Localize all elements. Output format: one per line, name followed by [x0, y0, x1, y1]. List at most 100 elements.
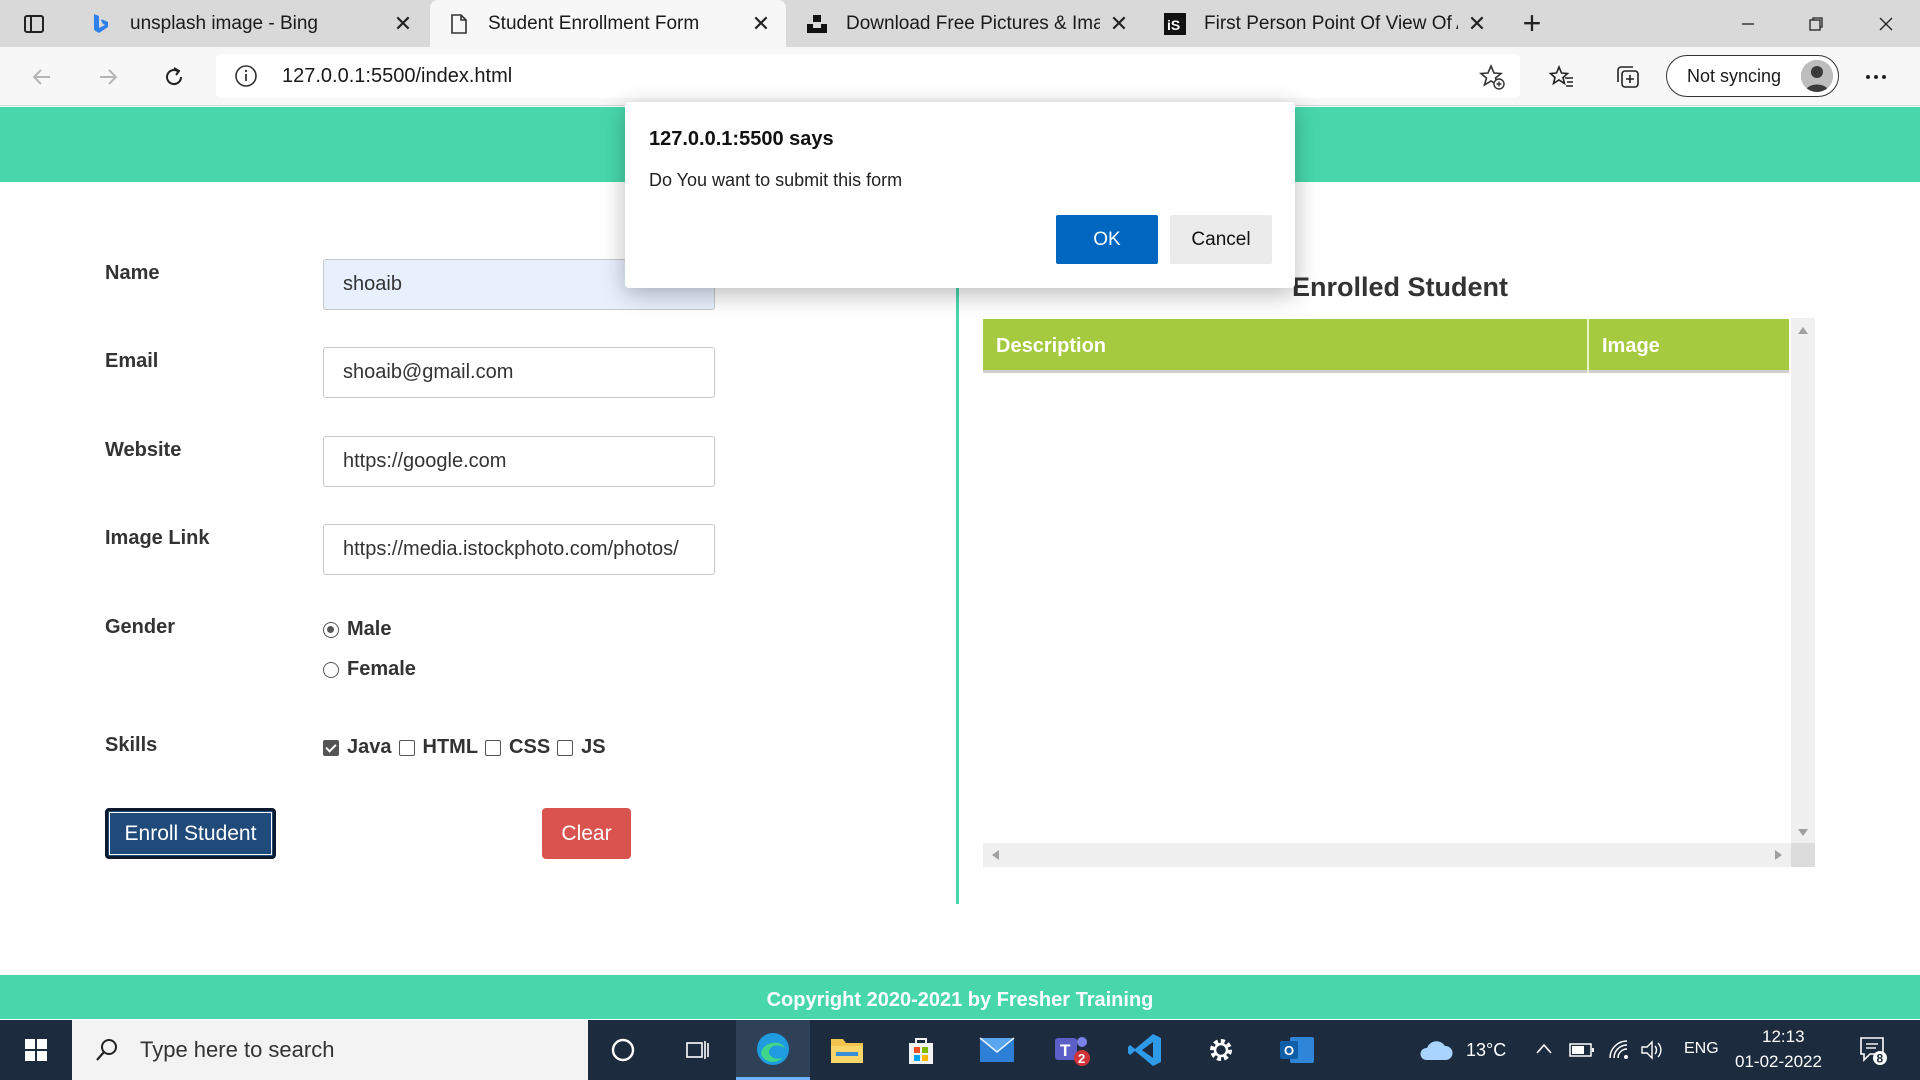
column-header-image: Image — [1602, 335, 1660, 357]
outlook-icon: O — [1280, 1037, 1314, 1063]
cortana-icon — [611, 1038, 635, 1062]
tab-title: Student Enrollment Form — [488, 12, 700, 34]
taskbar-teams[interactable]: T2 — [1034, 1020, 1108, 1080]
image-link-input[interactable]: https://media.istockphoto.com/photos/ — [323, 524, 715, 575]
page-icon — [448, 13, 470, 35]
taskbar-search-box[interactable]: Type here to search — [72, 1020, 588, 1080]
tab-bing[interactable]: unsplash image - Bing ✕ — [72, 0, 428, 47]
favorites-button[interactable] — [1544, 59, 1580, 95]
refresh-button[interactable] — [156, 59, 192, 95]
alert-dialog: 127.0.0.1:5500 says Do You want to submi… — [625, 102, 1295, 288]
website-input[interactable]: https://google.com — [323, 436, 715, 487]
collections-button[interactable] — [1610, 59, 1646, 95]
enroll-student-button[interactable]: Enroll Student — [105, 808, 276, 859]
enrolled-students-table: Description Image — [983, 318, 1815, 867]
taskbar-store[interactable] — [884, 1020, 958, 1080]
gender-option-male[interactable]: Male — [323, 618, 391, 641]
teams-icon: T2 — [1055, 1037, 1090, 1066]
settings-more-button[interactable] — [1858, 59, 1894, 95]
close-icon[interactable]: ✕ — [1108, 11, 1130, 36]
java-checkbox[interactable] — [323, 739, 339, 756]
css-checkbox[interactable] — [485, 739, 502, 756]
close-icon[interactable]: ✕ — [392, 11, 414, 36]
minimize-button[interactable] — [1714, 0, 1782, 47]
scroll-right-icon[interactable] — [1775, 850, 1783, 860]
taskbar-vscode[interactable] — [1108, 1020, 1182, 1080]
address-bar[interactable]: 127.0.0.1:5500/index.html — [216, 54, 1520, 98]
input-language[interactable]: ENG — [1684, 1040, 1719, 1058]
weather-cloud-icon[interactable] — [1418, 1038, 1454, 1062]
mail-icon — [979, 1037, 1015, 1062]
skills-label: Skills — [105, 734, 158, 756]
battery-icon[interactable] — [1569, 1042, 1595, 1058]
chevron-up-icon[interactable] — [1535, 1042, 1553, 1056]
horizontal-scrollbar[interactable] — [983, 843, 1791, 867]
browser-toolbar: 127.0.0.1:5500/index.html Not syncing — [0, 47, 1920, 106]
website-label: Website — [105, 439, 182, 461]
clock-time[interactable]: 12:13 — [1762, 1027, 1805, 1047]
male-radio[interactable] — [323, 621, 339, 638]
taskbar-file-explorer[interactable] — [810, 1020, 884, 1080]
gender-option-female[interactable]: Female — [323, 658, 416, 681]
scroll-up-icon[interactable] — [1798, 326, 1808, 334]
html-checkbox[interactable] — [398, 739, 415, 756]
back-arrow-icon — [32, 69, 50, 85]
taskbar-outlook[interactable]: O — [1260, 1020, 1334, 1080]
istock-icon: iS — [1164, 12, 1186, 35]
volume-icon[interactable] — [1640, 1040, 1664, 1060]
teams-badge-count: 2 — [1078, 1051, 1085, 1066]
ok-button[interactable]: OK — [1056, 215, 1158, 264]
taskbar: Type here to search T2 O 13°C ENG 12:13 … — [0, 1020, 1920, 1080]
close-window-button[interactable] — [1852, 0, 1920, 47]
start-button[interactable] — [0, 1020, 72, 1080]
tab-title: First Person Point Of View Of A W — [1204, 12, 1458, 34]
html-label: HTML — [422, 736, 479, 758]
section-divider — [956, 272, 959, 904]
taskbar-settings[interactable] — [1184, 1020, 1258, 1080]
cortana-button[interactable] — [586, 1020, 660, 1080]
info-icon[interactable] — [234, 64, 258, 88]
restore-button[interactable] — [1782, 0, 1850, 47]
profile-sync-button[interactable]: Not syncing — [1666, 55, 1839, 97]
folder-icon — [831, 1039, 863, 1063]
wifi-icon[interactable] — [1607, 1038, 1631, 1062]
email-label: Email — [105, 350, 159, 372]
vscode-icon — [1128, 1034, 1161, 1066]
taskbar-mail[interactable] — [960, 1020, 1034, 1080]
store-icon — [909, 1038, 933, 1064]
tab-title: Download Free Pictures & Images — [846, 12, 1100, 34]
edge-icon — [757, 1032, 789, 1065]
forward-button[interactable] — [90, 59, 126, 95]
browser-tab-strip: unsplash image - Bing ✕ Student Enrollme… — [0, 0, 1920, 47]
unsplash-icon — [806, 13, 828, 35]
new-tab-button[interactable]: + — [1516, 7, 1548, 40]
svg-text:iS: iS — [1167, 17, 1180, 33]
notifications-icon[interactable]: 8 — [1858, 1034, 1888, 1066]
js-checkbox[interactable] — [557, 739, 574, 756]
weather-temperature[interactable]: 13°C — [1466, 1040, 1506, 1061]
add-favorite-icon[interactable] — [1478, 63, 1506, 91]
url-text[interactable]: 127.0.0.1:5500/index.html — [282, 65, 512, 88]
cancel-button[interactable]: Cancel — [1170, 215, 1272, 264]
notification-count: 8 — [1877, 1052, 1884, 1066]
email-input[interactable]: shoaib@gmail.com — [323, 347, 715, 398]
tab-student-enrollment[interactable]: Student Enrollment Form ✕ — [430, 0, 786, 47]
task-view-button[interactable] — [660, 1020, 734, 1080]
tab-title: unsplash image - Bing — [130, 12, 318, 34]
taskbar-edge[interactable] — [736, 1020, 810, 1080]
female-radio[interactable] — [323, 661, 339, 678]
scroll-left-icon[interactable] — [991, 850, 999, 860]
tab-actions-button[interactable] — [18, 10, 50, 38]
clear-button[interactable]: Clear — [542, 808, 631, 859]
tab-unsplash[interactable]: Download Free Pictures & Images ✕ — [788, 0, 1144, 47]
back-button[interactable] — [24, 59, 60, 95]
tab-istock[interactable]: iS First Person Point Of View Of A W ✕ — [1146, 0, 1502, 47]
dialog-title: 127.0.0.1:5500 says — [649, 128, 834, 150]
close-icon[interactable]: ✕ — [1466, 11, 1488, 36]
clock-date[interactable]: 01-02-2022 — [1735, 1052, 1822, 1072]
java-label: Java — [347, 736, 392, 758]
close-icon[interactable]: ✕ — [750, 11, 772, 36]
forward-arrow-icon — [100, 69, 118, 85]
vertical-scrollbar[interactable] — [1791, 318, 1815, 843]
scroll-down-icon[interactable] — [1798, 829, 1808, 837]
